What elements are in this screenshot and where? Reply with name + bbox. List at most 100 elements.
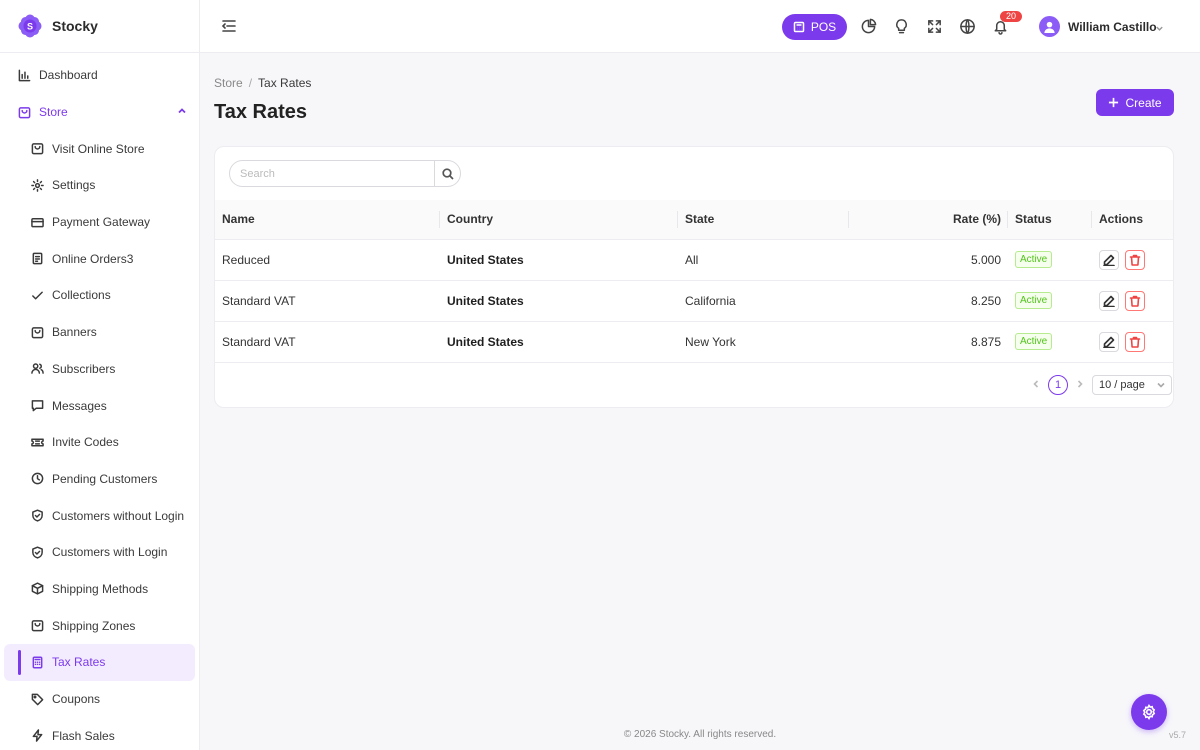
sidebar-item-label: Banners xyxy=(52,325,97,340)
trash-icon xyxy=(1129,254,1141,266)
notification-badge: 20 xyxy=(1000,11,1022,22)
sidebar-item-online-orders[interactable]: Online Orders3 xyxy=(0,240,199,277)
lightbulb-icon[interactable] xyxy=(893,18,911,36)
sidebar-item-label: Payment Gateway xyxy=(52,215,151,230)
table-row: Standard VAT United States New York 8.87… xyxy=(215,321,1173,363)
breadcrumb: Store / Tax Rates xyxy=(214,76,311,90)
delete-button[interactable] xyxy=(1125,331,1145,352)
avatar[interactable] xyxy=(1039,16,1060,37)
pos-button[interactable]: POS xyxy=(782,14,847,40)
sidebar-item-coupons[interactable]: Coupons xyxy=(0,681,199,718)
sidebar: S Stocky Dashboard Store Visit Online St… xyxy=(0,0,200,750)
edit-button[interactable] xyxy=(1099,249,1119,270)
delete-button[interactable] xyxy=(1125,290,1145,311)
globe-icon[interactable] xyxy=(959,18,977,36)
sidebar-item-label: Customers without Login xyxy=(52,508,185,523)
pos-button-label: POS xyxy=(810,20,837,34)
page-number-current[interactable]: 1 xyxy=(1048,375,1068,395)
cell-state: New York xyxy=(678,321,849,363)
delete-button[interactable] xyxy=(1125,249,1145,270)
chevron-down-icon[interactable] xyxy=(1155,22,1164,36)
version-label: v5.7 xyxy=(1168,730,1186,740)
search-input[interactable] xyxy=(230,161,434,186)
bag-icon xyxy=(30,325,44,339)
edit-button[interactable] xyxy=(1099,290,1119,311)
prev-page-icon[interactable] xyxy=(1032,379,1040,391)
sidebar-item-collections[interactable]: Collections xyxy=(0,277,199,314)
trash-icon xyxy=(1129,295,1141,307)
cell-rate: 8.250 xyxy=(849,280,1008,322)
menu-collapse-icon[interactable] xyxy=(220,17,238,35)
sidebar-item-messages[interactable]: Messages xyxy=(0,387,199,424)
status-badge: Active xyxy=(1015,251,1053,268)
sidebar-item-shipping-methods[interactable]: Shipping Methods xyxy=(0,571,199,608)
sidebar-item-customers-without-login[interactable]: Customers without Login xyxy=(0,497,199,534)
cell-rate: 5.000 xyxy=(849,239,1008,281)
sidebar-item-visit-online-store[interactable]: Visit Online Store xyxy=(0,130,199,167)
brand[interactable]: S Stocky xyxy=(0,0,199,53)
sidebar-item-label: Settings xyxy=(52,178,96,193)
column-header-state[interactable]: State xyxy=(678,200,849,240)
svg-text:S: S xyxy=(27,22,33,32)
search-box xyxy=(229,160,461,187)
cell-actions xyxy=(1092,239,1173,281)
calculator-icon xyxy=(30,655,44,669)
sidebar-item-label: Subscribers xyxy=(52,361,116,376)
sidebar-item-label: Shipping Zones xyxy=(52,618,136,633)
breadcrumb-parent[interactable]: Store xyxy=(214,76,243,90)
cell-state: All xyxy=(678,239,849,281)
chart-bar-icon xyxy=(17,68,31,82)
sidebar-item-label: Online Orders3 xyxy=(52,251,134,266)
sidebar-item-customers-with-login[interactable]: Customers with Login xyxy=(0,534,199,571)
sidebar-item-settings[interactable]: Settings xyxy=(0,167,199,204)
cell-country: United States xyxy=(440,280,678,322)
chevron-up-icon xyxy=(177,105,187,119)
cell-name: Standard VAT xyxy=(215,280,440,322)
tag-icon xyxy=(30,692,44,706)
sidebar-item-flash-sales[interactable]: Flash Sales xyxy=(0,717,199,750)
tax-rates-card: Name Country State Rate (%) Status Actio… xyxy=(214,146,1174,408)
settings-fab-button[interactable] xyxy=(1131,694,1167,730)
pagination: 1 10 / page xyxy=(1032,375,1172,395)
tax-rates-table: Name Country State Rate (%) Status Actio… xyxy=(215,200,1173,363)
sidebar-item-banners[interactable]: Banners xyxy=(0,314,199,351)
sidebar-item-shipping-zones[interactable]: Shipping Zones xyxy=(0,607,199,644)
page-title: Tax Rates xyxy=(214,101,308,123)
next-page-icon[interactable] xyxy=(1076,379,1084,391)
sidebar-item-tax-rates[interactable]: Tax Rates xyxy=(4,644,195,681)
sidebar-item-invite-codes[interactable]: Invite Codes xyxy=(0,424,199,461)
sidebar-item-pending-customers[interactable]: Pending Customers xyxy=(0,461,199,498)
column-header-actions: Actions xyxy=(1092,200,1173,240)
sidebar-item-store[interactable]: Store xyxy=(0,94,199,131)
create-button[interactable]: Create xyxy=(1096,89,1174,116)
column-header-status[interactable]: Status xyxy=(1008,200,1092,240)
plus-icon xyxy=(1109,97,1119,108)
bag-icon xyxy=(30,619,44,633)
pos-icon xyxy=(793,21,805,33)
search-button[interactable] xyxy=(434,161,460,186)
pencil-icon xyxy=(1103,295,1115,307)
page-size-value: 10 / page xyxy=(1099,379,1145,391)
pencil-icon xyxy=(1103,336,1115,348)
cell-country: United States xyxy=(440,321,678,363)
page-size-select[interactable]: 10 / page xyxy=(1092,375,1172,395)
column-header-name[interactable]: Name xyxy=(215,200,440,240)
user-name[interactable]: William Castillo xyxy=(1068,20,1157,34)
sidebar-item-label: Visit Online Store xyxy=(52,141,145,156)
pie-chart-icon[interactable] xyxy=(860,18,878,36)
column-header-rate[interactable]: Rate (%) xyxy=(849,200,1008,240)
fullscreen-icon[interactable] xyxy=(926,18,944,36)
message-icon xyxy=(30,399,44,413)
bag-icon xyxy=(30,142,44,156)
sidebar-item-subscribers[interactable]: Subscribers xyxy=(0,351,199,388)
clock-icon xyxy=(30,472,44,486)
sidebar-item-label: Invite Codes xyxy=(52,435,119,450)
sidebar-item-dashboard[interactable]: Dashboard xyxy=(0,57,199,94)
sidebar-item-payment-gateway[interactable]: Payment Gateway xyxy=(0,204,199,241)
sidebar-item-label: Flash Sales xyxy=(52,728,115,743)
sidebar-item-label: Coupons xyxy=(52,692,101,707)
column-header-country[interactable]: Country xyxy=(440,200,678,240)
edit-button[interactable] xyxy=(1099,331,1119,352)
sidebar-item-label: Dashboard xyxy=(39,68,98,83)
create-button-label: Create xyxy=(1125,95,1162,110)
